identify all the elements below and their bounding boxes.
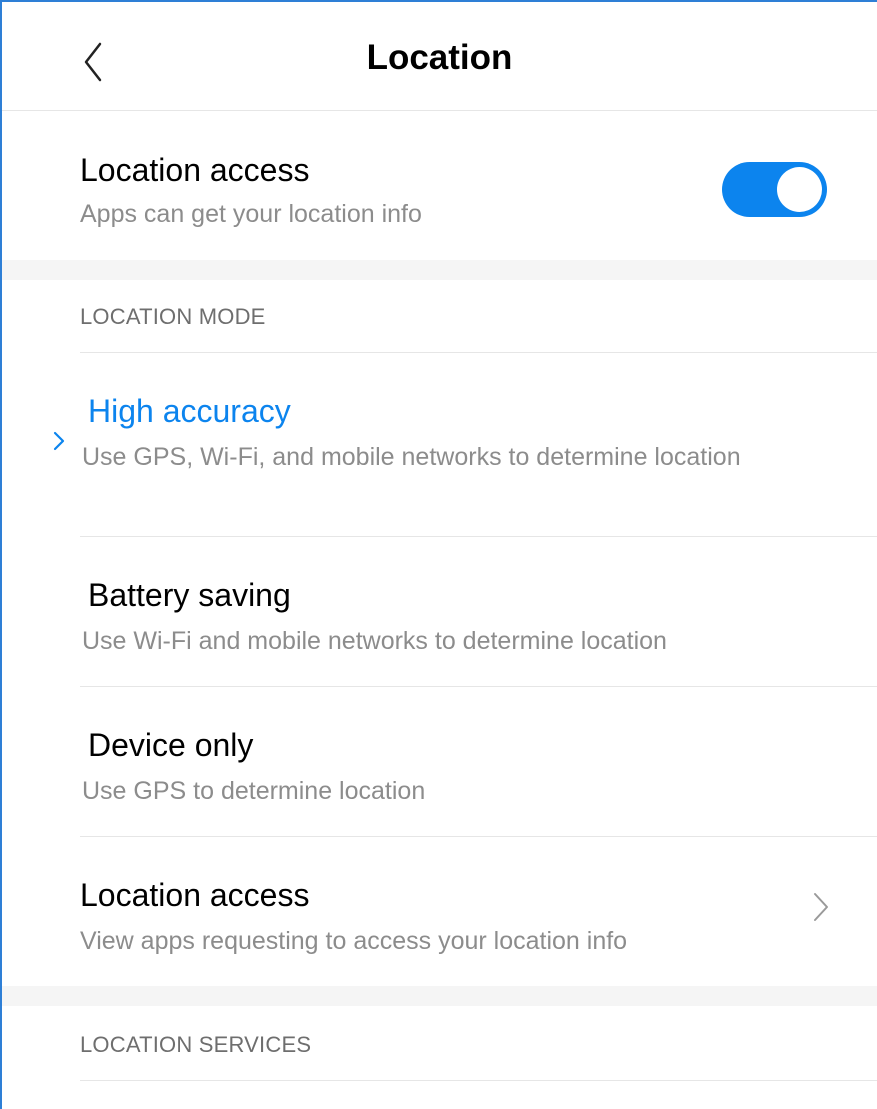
section-separator — [2, 260, 877, 280]
mode-option-subtitle: Use GPS, Wi-Fi, and mobile networks to d… — [82, 443, 741, 471]
app-location-access-subtitle: View apps requesting to access your loca… — [80, 927, 628, 955]
location-mode-section-header: LOCATION MODE — [80, 304, 266, 329]
selected-chevron-icon — [53, 431, 65, 451]
divider — [80, 1080, 877, 1081]
page-title: Location — [366, 38, 513, 77]
mode-option-title: Device only — [88, 727, 254, 763]
chevron-right-icon — [814, 893, 828, 921]
mode-option-subtitle: Use GPS to determine location — [82, 777, 426, 805]
app-location-access-row[interactable]: Location access View apps requesting to … — [2, 837, 877, 986]
location-access-subtitle: Apps can get your location info — [80, 200, 422, 228]
app-location-access-title: Location access — [80, 877, 310, 913]
location-access-row[interactable]: Location access Apps can get your locati… — [2, 110, 877, 260]
mode-option-device-only[interactable]: Device only Use GPS to determine locatio… — [2, 687, 877, 836]
mode-option-subtitle: Use Wi-Fi and mobile networks to determi… — [82, 627, 667, 655]
toggle-knob — [777, 167, 822, 212]
title-bar: Location — [2, 2, 877, 111]
location-access-toggle[interactable] — [722, 162, 827, 217]
screen: Location Location access Apps can get yo… — [0, 0, 877, 1109]
mode-option-high-accuracy[interactable]: High accuracy Use GPS, Wi-Fi, and mobile… — [2, 353, 877, 536]
mode-option-title: Battery saving — [88, 577, 291, 613]
mode-option-battery-saving[interactable]: Battery saving Use Wi-Fi and mobile netw… — [2, 537, 877, 686]
location-access-title: Location access — [80, 152, 310, 188]
location-services-section-header: LOCATION SERVICES — [80, 1032, 312, 1057]
section-separator — [2, 986, 877, 1006]
mode-option-title: High accuracy — [88, 393, 291, 429]
